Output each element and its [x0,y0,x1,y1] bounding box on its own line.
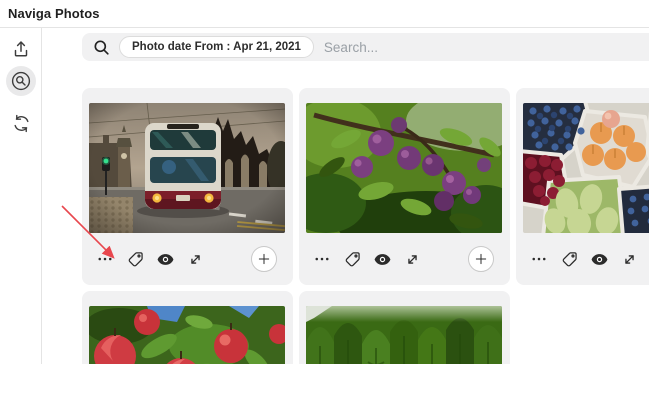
upload-icon [10,38,32,60]
card-actions [89,233,286,285]
page-title: Naviga Photos [0,6,100,21]
photo-grid [82,88,649,364]
expand-icon[interactable] [617,247,641,271]
card-actions [306,233,503,285]
more-options-icon[interactable] [310,247,334,271]
photo-card [299,88,510,285]
grid-row-1 [82,88,649,285]
search-input[interactable] [324,40,641,55]
photo-thumbnail[interactable] [306,306,502,364]
preview-eye-icon[interactable] [153,247,177,271]
photo-card [82,291,293,364]
photo-thumbnail[interactable] [89,306,285,364]
more-options-icon[interactable] [527,247,551,271]
preview-eye-icon[interactable] [370,247,394,271]
card-actions [523,233,649,285]
app-header: Naviga Photos [0,0,649,28]
photo-thumbnail[interactable] [306,103,502,233]
photo-card [82,88,293,285]
search-icon [92,38,111,57]
photo-thumbnail[interactable] [89,103,285,233]
photo-card [299,291,510,364]
tag-icon[interactable] [123,247,147,271]
app-body: Photo date From : Apr 21, 2021 [0,28,649,364]
search-bar: Photo date From : Apr 21, 2021 [82,33,649,61]
more-options-icon[interactable] [93,247,117,271]
grid-row-2 [82,291,649,364]
sidebar-item-refresh[interactable] [6,108,36,138]
filter-chip-photo-date[interactable]: Photo date From : Apr 21, 2021 [119,36,314,58]
expand-icon[interactable] [400,247,424,271]
tag-icon[interactable] [340,247,364,271]
sidebar-item-advanced-search[interactable] [6,66,36,96]
preview-eye-icon[interactable] [587,247,611,271]
refresh-icon [11,113,32,134]
search-circle-icon [9,69,33,93]
sidebar [0,28,42,364]
photo-thumbnail[interactable] [523,103,649,233]
add-icon[interactable] [251,246,277,272]
naviga-photos-app: Naviga Photos [0,0,649,406]
tag-icon[interactable] [557,247,581,271]
expand-icon[interactable] [183,247,207,271]
sidebar-item-upload[interactable] [6,34,36,64]
add-icon[interactable] [468,246,494,272]
photo-card [516,88,649,285]
